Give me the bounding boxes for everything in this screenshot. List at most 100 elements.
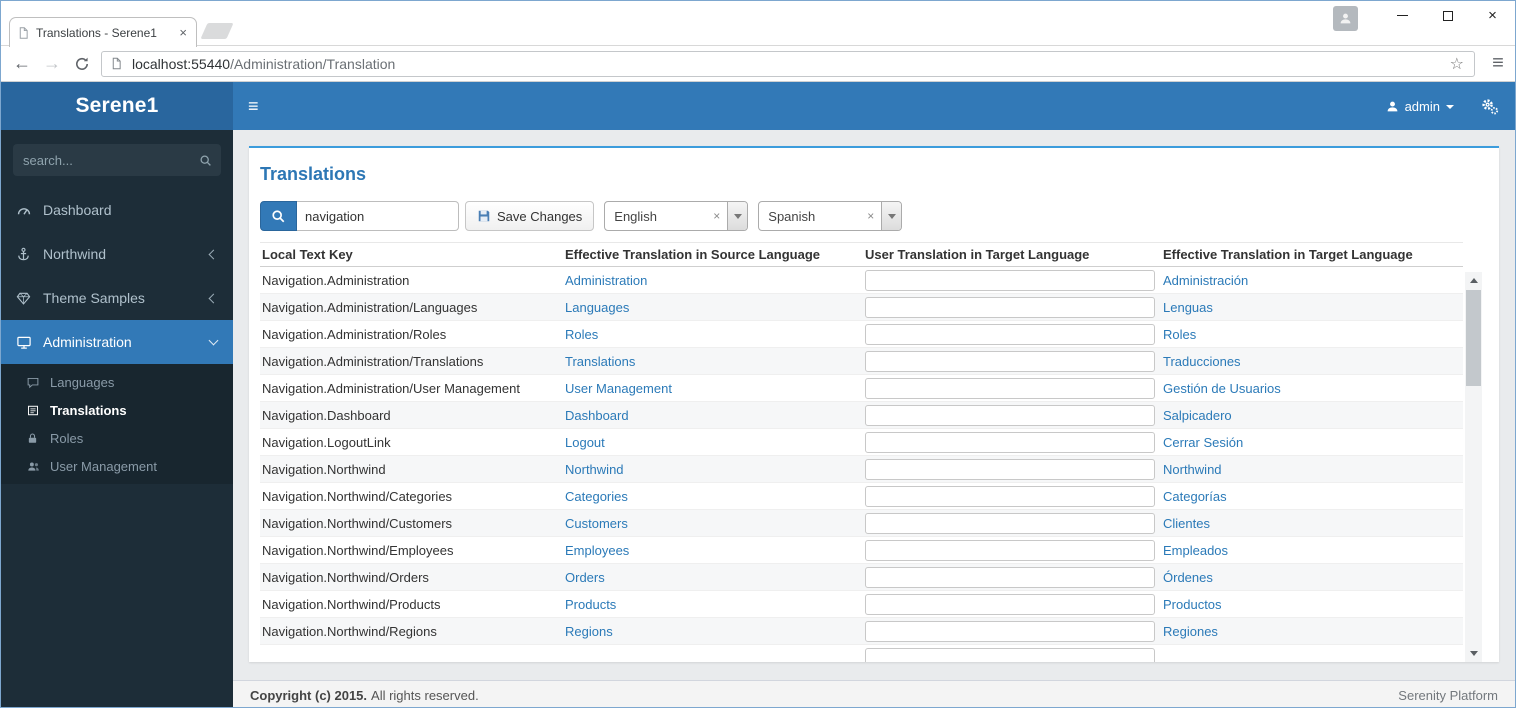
target-translation-link[interactable]: Productos — [1161, 597, 1463, 612]
chevron-left-icon — [208, 293, 219, 303]
target-translation-link[interactable]: Órdenes — [1161, 570, 1463, 585]
browser-menu-icon[interactable]: ≡ — [1481, 52, 1515, 75]
url-path: /Administration/Translation — [230, 55, 396, 72]
target-translation-link[interactable]: Regiones — [1161, 624, 1463, 639]
dropdown-arrow[interactable] — [727, 202, 748, 230]
close-button[interactable]: × — [1470, 1, 1515, 30]
column-header[interactable]: Effective Translation in Target Language — [1161, 247, 1463, 262]
table-row: Navigation.Administration/User Managemen… — [260, 375, 1463, 402]
sidebar-item-dashboard[interactable]: Dashboard — [1, 188, 233, 232]
browser-tab[interactable]: Translations - Serene1 × — [9, 17, 197, 48]
user-translation-input[interactable] — [865, 539, 1155, 561]
source-translation-link[interactable]: Orders — [563, 570, 863, 585]
refresh-button[interactable] — [67, 56, 97, 72]
grid-search-input[interactable] — [297, 201, 459, 231]
back-button[interactable]: ← — [7, 53, 37, 74]
user-translation-input[interactable] — [865, 593, 1155, 615]
user-translation-input[interactable] — [865, 620, 1155, 642]
column-header[interactable]: Local Text Key — [260, 247, 563, 262]
user-translation-input[interactable] — [865, 323, 1155, 345]
source-translation-link[interactable]: Roles — [563, 327, 863, 342]
sidebar-toggle-icon[interactable]: ≡ — [233, 96, 274, 117]
scroll-down-button[interactable] — [1465, 645, 1482, 662]
column-header[interactable]: User Translation in Target Language — [863, 247, 1161, 262]
source-translation-link[interactable]: Products — [563, 597, 863, 612]
tab-close-icon[interactable]: × — [177, 25, 189, 40]
vertical-scrollbar[interactable] — [1465, 272, 1482, 662]
user-translation-input[interactable] — [865, 512, 1155, 534]
user-translation-input[interactable] — [865, 485, 1155, 507]
source-translation-link[interactable]: Administration — [563, 273, 863, 288]
grid-search-button[interactable] — [260, 201, 297, 231]
sidebar-subitem-user-management[interactable]: User Management — [1, 452, 233, 480]
source-translation-link[interactable]: Dashboard — [563, 408, 863, 423]
target-translation-link[interactable]: Roles — [1161, 327, 1463, 342]
address-bar[interactable]: localhost:55440/Administration/Translati… — [101, 50, 1475, 77]
target-translation-link[interactable]: Northwind — [1161, 462, 1463, 477]
sidebar-subitem-roles[interactable]: Roles — [1, 424, 233, 452]
user-translation-cell — [863, 296, 1161, 318]
scrollbar-thumb[interactable] — [1466, 290, 1481, 386]
user-dropdown[interactable]: admin — [1386, 99, 1454, 114]
source-translation-link[interactable]: Languages — [563, 300, 863, 315]
source-translation-link[interactable]: Categories — [563, 489, 863, 504]
sidebar-item-northwind[interactable]: Northwind — [1, 232, 233, 276]
target-translation-link[interactable]: Empleados — [1161, 543, 1463, 558]
user-translation-input[interactable] — [865, 431, 1155, 453]
source-translation-link[interactable]: Employees — [563, 543, 863, 558]
user-translation-input[interactable] — [865, 458, 1155, 480]
source-translation-link[interactable]: Northwind — [563, 462, 863, 477]
sidebar-subitem-label: Languages — [50, 374, 115, 390]
user-translation-input[interactable] — [865, 296, 1155, 318]
target-translation-link[interactable]: Cerrar Sesión — [1161, 435, 1463, 450]
sidebar-subitem-languages[interactable]: Languages — [1, 368, 233, 396]
user-translation-input[interactable] — [865, 269, 1155, 291]
new-tab-button[interactable] — [200, 23, 234, 39]
user-translation-input[interactable] — [865, 377, 1155, 399]
scroll-up-button[interactable] — [1465, 272, 1482, 289]
target-translation-link[interactable]: Gestión de Usuarios — [1161, 381, 1463, 396]
profile-person-icon — [1340, 13, 1351, 24]
settings-gears-icon[interactable] — [1480, 97, 1499, 116]
app-navbar: Serene1 ≡ admin — [1, 82, 1515, 130]
table-row: Navigation.LogoutLink Logout Cerrar Sesión — [260, 429, 1463, 456]
clear-selection-icon[interactable]: × — [706, 202, 727, 230]
clear-selection-icon[interactable]: × — [860, 202, 881, 230]
maximize-button[interactable] — [1425, 1, 1470, 30]
sidebar-item-theme-samples[interactable]: Theme Samples — [1, 276, 233, 320]
table-row — [260, 645, 1463, 662]
caret-down-icon — [887, 213, 896, 219]
sidebar-subitem-translations[interactable]: Translations — [1, 396, 233, 424]
sidebar-search-input[interactable] — [23, 152, 199, 168]
target-translation-link[interactable]: Salpicadero — [1161, 408, 1463, 423]
table-row: Navigation.Administration/Roles Roles Role… — [260, 321, 1463, 348]
sidebar-item-administration[interactable]: Administration — [1, 320, 233, 364]
user-translation-input[interactable] — [865, 350, 1155, 372]
tachometer-icon — [16, 203, 33, 218]
bookmark-star-icon[interactable]: ☆ — [1448, 54, 1466, 74]
target-translation-link[interactable]: Traducciones — [1161, 354, 1463, 369]
target-translation-link[interactable]: Administración — [1161, 273, 1463, 288]
source-language-select[interactable]: English × — [604, 201, 749, 231]
user-translation-input[interactable] — [865, 647, 1155, 662]
source-translation-link[interactable]: Customers — [563, 516, 863, 531]
source-translation-link[interactable]: Translations — [563, 354, 863, 369]
target-translation-link[interactable]: Lenguas — [1161, 300, 1463, 315]
gem-icon — [16, 291, 33, 306]
target-translation-link[interactable]: Clientes — [1161, 516, 1463, 531]
dropdown-arrow[interactable] — [881, 202, 902, 230]
column-header[interactable]: Effective Translation in Source Language — [563, 247, 863, 262]
user-translation-input[interactable] — [865, 404, 1155, 426]
source-translation-link[interactable]: Logout — [563, 435, 863, 450]
user-translation-input[interactable] — [865, 566, 1155, 588]
source-translation-link[interactable]: User Management — [563, 381, 863, 396]
forward-button[interactable]: → — [37, 53, 67, 74]
arrow-down-icon — [1469, 651, 1478, 656]
browser-profile-button[interactable] — [1333, 6, 1358, 31]
save-changes-button[interactable]: Save Changes — [465, 201, 595, 231]
source-translation-link[interactable]: Regions — [563, 624, 863, 639]
target-language-select[interactable]: Spanish × — [758, 201, 903, 231]
app-brand[interactable]: Serene1 — [1, 82, 233, 130]
minimize-button[interactable] — [1380, 1, 1425, 30]
target-translation-link[interactable]: Categorías — [1161, 489, 1463, 504]
